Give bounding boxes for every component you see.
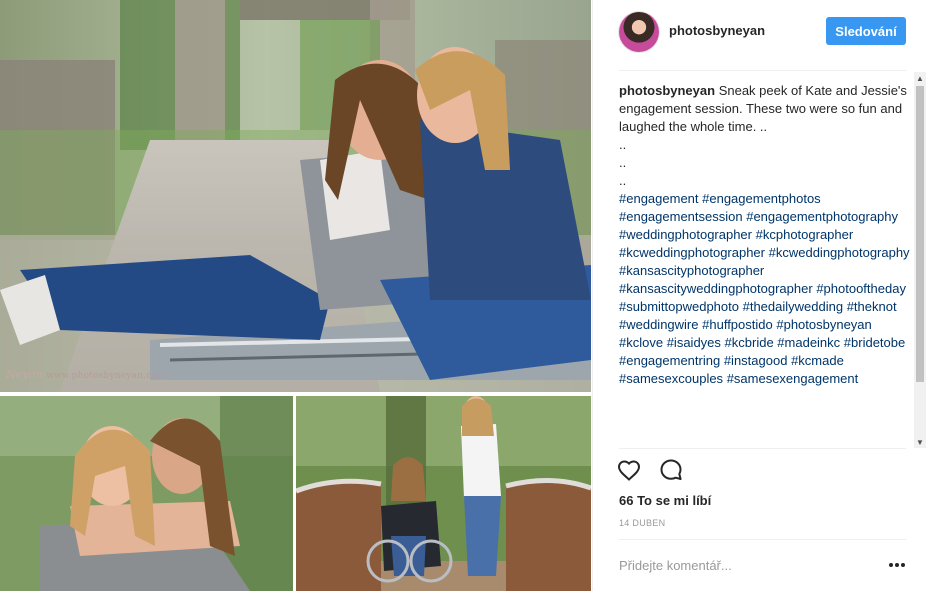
hashtag-link[interactable]: #kcphotographer	[756, 227, 854, 242]
hashtag-link[interactable]: #kcmade	[791, 353, 844, 368]
actions-divider	[619, 448, 906, 449]
post-header: photosbyneyan Sledování	[593, 0, 927, 64]
hashtag-link[interactable]: #theknot	[847, 299, 897, 314]
watermark-site: www.photosbyneyan.com	[46, 371, 166, 381]
dot-icon	[895, 563, 899, 567]
hashtag-link[interactable]: #isaidyes	[667, 335, 721, 350]
hashtag-link[interactable]: #kcweddingphotography	[769, 245, 910, 260]
hashtag-link[interactable]: #engagementphotography	[746, 209, 898, 224]
hashtag-link[interactable]: #thedailywedding	[743, 299, 843, 314]
header-username[interactable]: photosbyneyan	[669, 23, 765, 38]
hashtag-link[interactable]: #submittopwedphoto	[619, 299, 739, 314]
comment-input[interactable]	[619, 555, 874, 575]
hashtag-link[interactable]: #bridetobe	[844, 335, 905, 350]
post-image[interactable]: Neyan www.photosbyneyan.com	[0, 0, 591, 591]
heart-icon-svg	[617, 460, 641, 481]
hashtag-link[interactable]: #huffpostido	[702, 317, 773, 332]
hashtag-link[interactable]: #kcbride	[725, 335, 774, 350]
hashtag-link[interactable]: #kclove	[619, 335, 663, 350]
hashtag-link[interactable]: #engagementring	[619, 353, 720, 368]
hashtag-link[interactable]: #weddingphotographer	[619, 227, 752, 242]
post-date: 14 DUBEN	[619, 518, 666, 528]
caption-username[interactable]: photosbyneyan	[619, 83, 715, 98]
hashtag-link[interactable]: #weddingwire	[619, 317, 699, 332]
photo-couple-embracing-illustration	[0, 396, 293, 591]
scroll-thumb[interactable]	[916, 86, 924, 382]
photo-couple-on-bridge-illustration	[296, 396, 591, 591]
hashtag-link[interactable]: #kcweddingphotographer	[619, 245, 765, 260]
hashtag-link[interactable]: #photooftheday	[816, 281, 906, 296]
instagram-post: Neyan www.photosbyneyan.com photosbyneya…	[0, 0, 927, 591]
post-sidebar: photosbyneyan Sledování photosbyneyan Sn…	[592, 0, 927, 591]
dot-icon	[901, 563, 906, 567]
comment-divider	[619, 539, 906, 540]
avatar[interactable]	[619, 12, 659, 52]
hashtag-link[interactable]: #engagementsession	[619, 209, 743, 224]
caption: photosbyneyan Sneak peek of Kate and Jes…	[619, 82, 915, 190]
watermark: Neyan www.photosbyneyan.com	[6, 368, 166, 381]
caption-text: Sneak peek of Kate and Jessie's engageme…	[619, 83, 907, 188]
photo-couple-on-bridge-wheelchair	[296, 396, 591, 591]
header-divider	[619, 70, 906, 71]
hashtag-link[interactable]: #engagement	[619, 191, 699, 206]
caption-scrollbar[interactable]: ▲ ▼	[914, 72, 926, 448]
hashtag-link[interactable]: #madeinkc	[777, 335, 840, 350]
hashtag-link[interactable]: #samesexengagement	[727, 371, 859, 386]
heart-icon[interactable]	[615, 456, 643, 484]
photo-couple-sitting-on-bench-illustration	[0, 0, 591, 392]
comment-icon[interactable]	[657, 456, 685, 484]
hashtag-link[interactable]: #engagementphotos	[702, 191, 821, 206]
hashtag-link[interactable]: #instagood	[724, 353, 788, 368]
dot-icon	[888, 563, 893, 567]
hashtag-list: #engagement #engagementphotos #engagemen…	[619, 190, 915, 388]
hashtag-link[interactable]: #samesexcouples	[619, 371, 723, 386]
comment-icon-svg	[660, 459, 682, 480]
scroll-up-arrow-icon[interactable]: ▲	[914, 72, 926, 84]
photo-couple-embracing	[0, 396, 293, 591]
hashtag-link[interactable]: #kansascityphotographer	[619, 263, 764, 278]
likes-count[interactable]: 66 To se mi líbí	[619, 493, 711, 508]
watermark-signature: Neyan	[6, 368, 43, 381]
hashtag-link[interactable]: #kansascityweddingphotographer	[619, 281, 813, 296]
scroll-down-arrow-icon[interactable]: ▼	[914, 436, 926, 448]
hashtag-link[interactable]: #photosbyneyan	[776, 317, 871, 332]
more-options-icon[interactable]	[885, 556, 909, 574]
photo-couple-sitting-on-bench: Neyan www.photosbyneyan.com	[0, 0, 591, 392]
caption-area: photosbyneyan Sneak peek of Kate and Jes…	[619, 82, 915, 444]
follow-button[interactable]: Sledování	[826, 17, 906, 45]
